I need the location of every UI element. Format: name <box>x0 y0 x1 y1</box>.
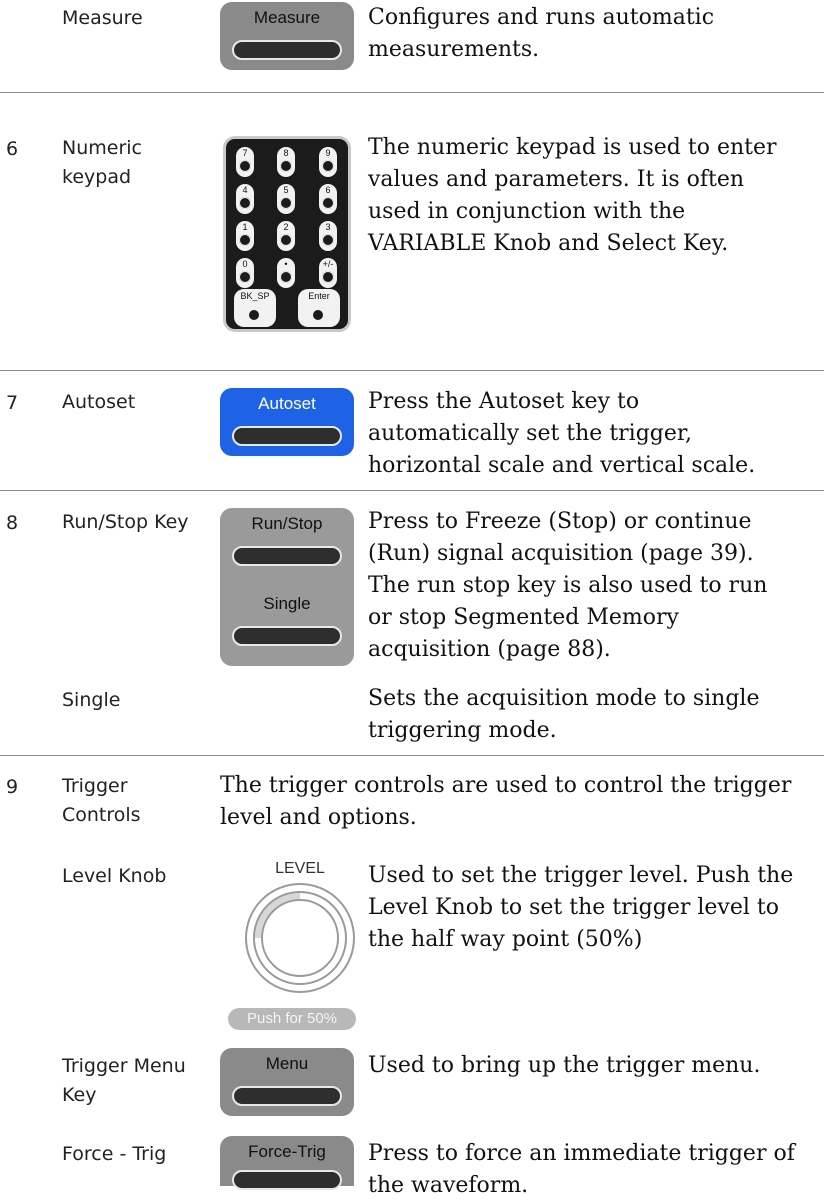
autoset-key-label: Autoset <box>258 394 316 413</box>
run-stop-key[interactable] <box>232 546 342 566</box>
keypad-key-7[interactable]: 7 <box>236 147 254 177</box>
push-for-50-badge: Push for 50% <box>228 1008 356 1030</box>
keypad-key-dot[interactable]: • <box>277 258 295 288</box>
level-knob-description: Used to set the trigger level. Push the … <box>368 863 794 952</box>
numeric-keypad-description: The numeric keypad is used to enter valu… <box>368 135 777 256</box>
measure-label: Measure <box>62 7 143 29</box>
measure-key-pill <box>232 40 342 60</box>
keypad-key-1[interactable]: 1 <box>236 221 254 251</box>
measure-key[interactable]: Measure <box>220 2 354 70</box>
keypad-key-9[interactable]: 9 <box>319 147 337 177</box>
separator <box>0 92 824 93</box>
keypad-key-8[interactable]: 8 <box>277 147 295 177</box>
run-stop-key-panel: Run/Stop Single <box>220 508 354 666</box>
measure-key-label: Measure <box>253 8 321 27</box>
keypad-key-3[interactable]: 3 <box>319 221 337 251</box>
trigger-menu-key-label: Trigger Menu Key <box>62 1055 186 1106</box>
separator <box>0 370 824 371</box>
keypad-key-5[interactable]: 5 <box>277 184 295 214</box>
level-knob[interactable] <box>228 882 368 1010</box>
single-key[interactable] <box>232 626 342 646</box>
autoset-key-pill <box>232 426 342 446</box>
keypad-backspace-key[interactable]: BK_SP <box>234 289 276 327</box>
keypad-key-6[interactable]: 6 <box>319 184 337 214</box>
row-number: 8 <box>6 512 19 534</box>
measure-description: Configures and runs automatic measuremen… <box>368 5 715 62</box>
force-trig-description: Press to force an immediate trigger of t… <box>368 1141 795 1198</box>
force-trig-key[interactable]: Force-Trig <box>220 1136 354 1190</box>
keypad-key-0[interactable]: 0 <box>236 258 254 288</box>
single-label: Single <box>62 689 121 711</box>
keypad-key-plus-minus[interactable]: +/- <box>319 258 337 288</box>
force-trig-key-label: Force-Trig <box>248 1142 326 1161</box>
force-trig-key-pill <box>232 1170 342 1190</box>
autoset-description: Press the Autoset key to automatically s… <box>368 389 756 478</box>
separator <box>0 755 824 756</box>
run-stop-description: Press to Freeze (Stop) or continue (Run)… <box>368 509 768 662</box>
keypad-key-4[interactable]: 4 <box>236 184 254 214</box>
run-stop-key-label: Run/Stop <box>251 514 323 533</box>
numeric-keypad: 7 8 9 4 5 6 1 2 3 0 • +/- BK_SP Enter <box>223 136 351 332</box>
level-knob-label: Level Knob <box>62 865 167 887</box>
autoset-label: Autoset <box>62 391 136 413</box>
separator <box>0 490 824 491</box>
single-description: Sets the acquisition mode to single trig… <box>368 686 760 743</box>
trigger-menu-key[interactable]: Menu <box>220 1048 354 1116</box>
row-number: 6 <box>6 138 19 160</box>
force-trig-label: Force - Trig <box>62 1143 167 1165</box>
keypad-key-2[interactable]: 2 <box>277 221 295 251</box>
level-knob-caption: LEVEL <box>275 860 325 877</box>
row-number: 7 <box>6 392 19 414</box>
single-key-label: Single <box>263 594 311 613</box>
keypad-enter-key[interactable]: Enter <box>298 289 340 327</box>
autoset-key[interactable]: Autoset <box>220 388 354 456</box>
trigger-menu-key-label-text: Menu <box>265 1054 309 1073</box>
trigger-menu-description: Used to bring up the trigger menu. <box>368 1053 761 1078</box>
trigger-controls-label: Trigger Controls <box>62 775 141 826</box>
numeric-keypad-label: Numeric keypad <box>62 137 142 188</box>
run-stop-label: Run/Stop Key <box>62 511 189 533</box>
trigger-menu-key-pill <box>232 1086 342 1106</box>
trigger-controls-description: The trigger controls are used to control… <box>220 773 792 830</box>
row-number: 9 <box>6 776 19 798</box>
